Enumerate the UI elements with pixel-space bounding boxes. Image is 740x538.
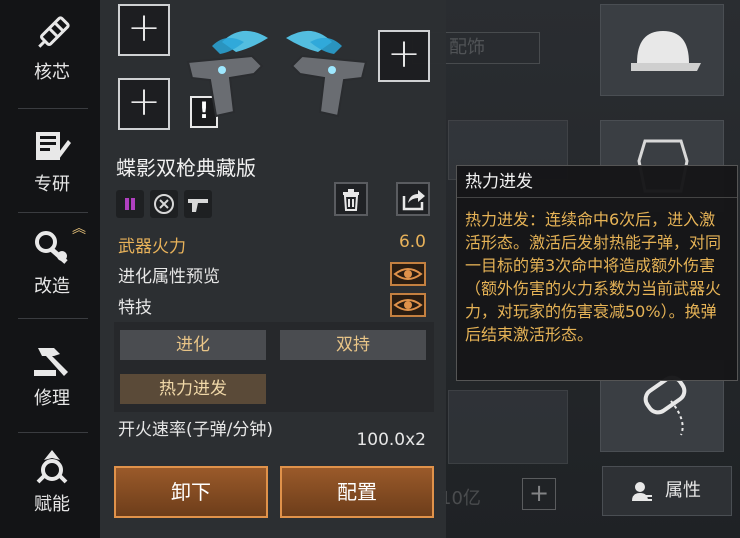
divider [18, 212, 88, 213]
upgrade-chevron-icon: ︽ [72, 221, 86, 237]
bg-ammo-count: 10亿 [440, 488, 481, 509]
share-button[interactable] [396, 182, 430, 216]
pistol-icon [188, 199, 208, 212]
modify-icon [35, 231, 68, 264]
sidebar-item-modify[interactable]: ︽ 改造 [16, 214, 88, 314]
skill-row: 特技 [114, 293, 428, 319]
share-icon [402, 190, 425, 211]
sidebar-item-empower[interactable]: 赋能 [16, 432, 88, 532]
add-attachment-button[interactable]: + [118, 4, 170, 56]
attributes-label: 属性 [665, 480, 701, 501]
divider [18, 108, 88, 109]
weapon-image [186, 30, 368, 118]
weapon-type-tag [184, 190, 212, 218]
sidebar: 核芯 专研 ︽ 改造 修理 赋能 [0, 0, 100, 538]
skill-eye-button[interactable] [390, 293, 426, 317]
research-icon [36, 132, 71, 160]
stat-label: 特技 [118, 298, 152, 318]
core-icon [38, 16, 70, 48]
eye-icon [393, 299, 423, 311]
eye-icon [393, 268, 423, 280]
skill-dual-button[interactable]: 双持 [280, 330, 426, 360]
preview-eye-button[interactable] [390, 262, 426, 286]
tooltip-title: 热力进发 [457, 166, 737, 198]
sidebar-item-label: 修理 [34, 388, 70, 409]
stat-value: 100.0x2 [356, 430, 426, 450]
sidebar-item-label: 改造 [34, 276, 70, 297]
sidebar-item-repair[interactable]: 修理 [16, 326, 88, 426]
empower-icon [36, 450, 68, 484]
crosshair-icon [154, 194, 174, 214]
cap-icon [631, 31, 701, 71]
evolve-preview-row: 进化属性预览 [114, 262, 428, 288]
stat-label: 开火速率(子弹/分钟) [118, 420, 273, 440]
configure-button[interactable]: 配置 [280, 466, 434, 518]
weapon-name: 蝶影双枪典藏版 [116, 156, 256, 180]
skill-evolve-button[interactable]: 进化 [120, 330, 266, 360]
tooltip-body: 热力进发：连续命中6次后，进入激活形态。激活后发射热能子弹，对同一目标的第3次命… [465, 210, 722, 344]
sidebar-item-label: 赋能 [34, 494, 70, 515]
stat-label: 武器火力 [118, 237, 186, 257]
delete-button[interactable] [334, 182, 368, 216]
skill-tooltip: 热力进发 热力进发：连续命中6次后，进入激活形态。激活后发射热能子弹，对同一目标… [456, 165, 738, 381]
unequip-button[interactable]: 卸下 [114, 466, 268, 518]
hat-slot[interactable] [600, 4, 724, 96]
sidebar-item-label: 核芯 [34, 62, 70, 83]
fire-rate-row: 开火速率(子弹/分钟) 100.0x2 [118, 420, 428, 456]
sidebar-item-research[interactable]: 专研 [16, 112, 88, 212]
add-attachment-button[interactable]: + [118, 78, 170, 130]
ammo-type-tag [116, 190, 144, 218]
weapon-power-row: 武器火力 6.0 [114, 232, 428, 258]
sidebar-item-label: 专研 [34, 174, 70, 195]
stat-value: 6.0 [398, 232, 426, 252]
trash-icon [343, 189, 359, 211]
stat-label: 进化属性预览 [118, 267, 220, 287]
profile-icon [632, 482, 652, 501]
bg-add-button[interactable]: + [522, 478, 556, 510]
bullet-icon [125, 198, 135, 210]
attributes-button[interactable]: 属性 [602, 466, 732, 516]
bg-slot [448, 390, 568, 464]
skill-thermal-button[interactable]: 热力进发 [120, 374, 266, 404]
divider [18, 318, 88, 319]
repair-icon [34, 348, 68, 376]
skill-tag [150, 190, 178, 218]
add-attachment-button[interactable]: + [378, 30, 430, 82]
sidebar-item-core[interactable]: 核芯 [16, 0, 88, 100]
